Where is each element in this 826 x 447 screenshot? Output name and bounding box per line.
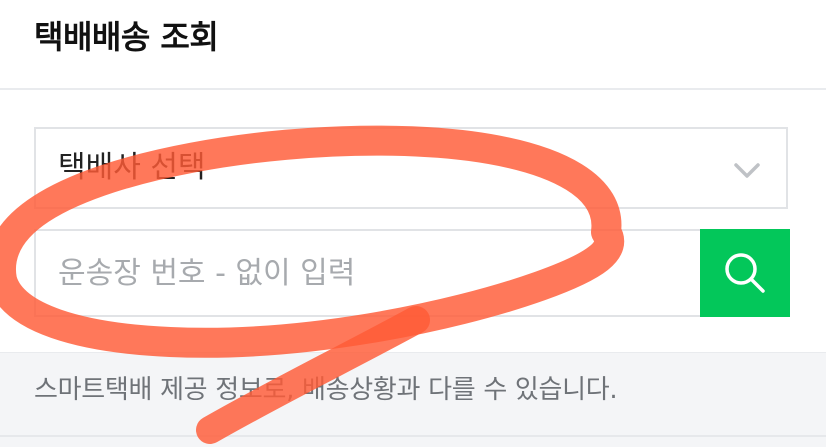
- info-footer: 스마트택배 제공 정보로, 배송상황과 다를 수 있습니다.: [0, 352, 826, 447]
- chevron-down-icon: [734, 163, 760, 178]
- tracking-number-input[interactable]: [34, 229, 702, 317]
- footer-divider: [0, 435, 826, 437]
- search-button[interactable]: [700, 229, 790, 317]
- disclaimer-text: 스마트택배 제공 정보로, 배송상황과 다를 수 있습니다.: [34, 375, 618, 405]
- carrier-select-dropdown[interactable]: 택배사 선택: [34, 127, 788, 209]
- search-icon: [725, 253, 765, 293]
- carrier-select-label: 택배사 선택: [58, 150, 206, 185]
- header: 택배배송 조회: [0, 0, 826, 90]
- page-title: 택배배송 조회: [34, 18, 219, 56]
